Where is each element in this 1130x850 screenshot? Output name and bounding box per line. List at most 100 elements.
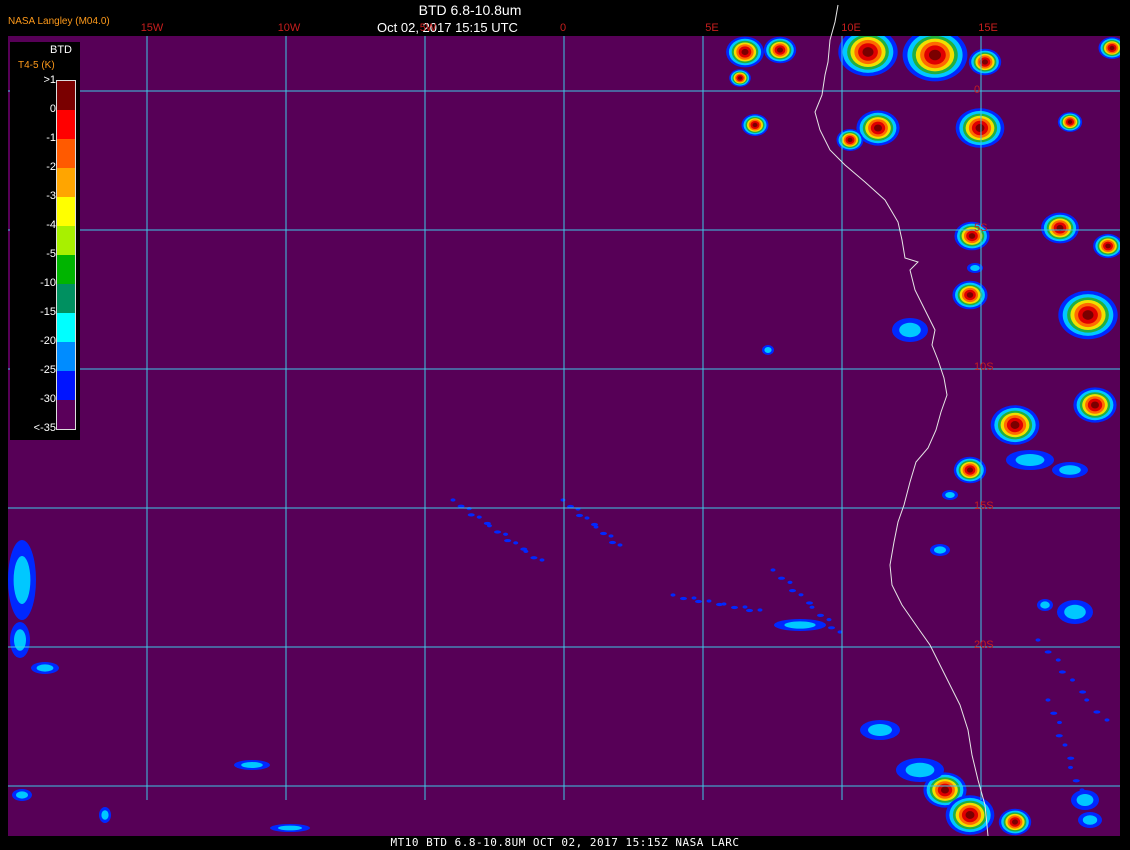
cloud-cell — [101, 810, 109, 820]
cloud-cell — [1091, 401, 1099, 409]
legend-swatch — [57, 226, 75, 255]
lat-label-20s: 20S — [974, 639, 994, 651]
cloud-cell — [965, 811, 975, 819]
cloud-cell — [450, 498, 456, 502]
cloud-cell — [945, 492, 955, 498]
cloud-cell — [1076, 794, 1094, 806]
cloud-cell — [929, 49, 941, 61]
lat-label-10s: 10S — [974, 361, 994, 373]
legend-swatch — [57, 342, 75, 371]
cloud-cell — [975, 124, 985, 132]
cloud-cell — [1079, 788, 1085, 792]
lon-label-5e: 5E — [705, 22, 719, 34]
cloud-cell — [457, 504, 465, 508]
cloud-cell — [1040, 601, 1050, 609]
cloud-cell — [695, 599, 702, 604]
cloud-cell — [784, 621, 816, 629]
cloud-cell — [899, 322, 921, 338]
cloud-cell — [691, 596, 697, 600]
lat-label-5s: 5S — [974, 222, 988, 234]
lon-label-10e: 10E — [841, 22, 861, 34]
cloud-cell — [905, 762, 935, 778]
legend-swatch — [57, 313, 75, 342]
cloud-cell — [828, 626, 835, 630]
cloud-cell — [278, 825, 302, 831]
legend-units: T4-5 (K) — [18, 60, 55, 71]
cloud-cell — [778, 576, 785, 580]
legend-tick: -3 — [46, 190, 56, 202]
cloud-cell — [777, 47, 783, 53]
legend-tick: -10 — [40, 277, 56, 289]
cloud-cell — [241, 762, 263, 768]
legend-tick: -1 — [46, 132, 56, 144]
legend-swatch — [57, 110, 75, 139]
cloud-cell — [504, 538, 512, 543]
cloud-cell — [967, 467, 973, 473]
cloud-cell — [1070, 678, 1075, 682]
cloud-cell — [530, 556, 538, 560]
cloud-cell — [14, 629, 26, 651]
legend-tick: 0 — [49, 103, 56, 115]
legend-tick: -15 — [40, 306, 56, 318]
cloud-cell — [806, 601, 813, 605]
cloud-cell — [1093, 710, 1101, 714]
cloud-cell — [731, 605, 738, 610]
cloud-cell — [798, 593, 804, 597]
lon-label-15w: 15W — [140, 22, 164, 34]
cloud-cell — [868, 724, 892, 736]
cloud-cell — [809, 605, 815, 609]
timestamp: Oct 02, 2017 15:15 UTC — [377, 20, 518, 35]
cloud-cell — [706, 599, 712, 603]
cloud-cell — [1062, 743, 1068, 747]
cloud-cell — [862, 47, 874, 57]
cloud-cell — [1068, 765, 1073, 770]
cloud-cell — [934, 546, 946, 554]
cloud-cell — [1035, 638, 1041, 642]
legend-tick: >1 — [43, 74, 56, 86]
cloud-cell — [764, 347, 772, 353]
cloud-cell — [600, 531, 607, 536]
lon-label-10w: 10W — [277, 22, 301, 34]
legend-tick: -5 — [46, 248, 56, 260]
legend-tick: <-35 — [33, 422, 56, 434]
cloud-cell — [1012, 819, 1018, 825]
legend-tick: -4 — [46, 219, 56, 231]
cloud-cell — [741, 48, 749, 56]
cloud-cell — [826, 618, 832, 622]
cloud-cell — [1055, 658, 1061, 662]
cloud-cell — [752, 122, 758, 128]
cloud-cell — [476, 515, 482, 519]
legend-swatch — [57, 400, 75, 429]
footer-caption: MT10 BTD 6.8-10.8UM OCT 02, 2017 15:15Z … — [390, 836, 740, 849]
cloud-cell — [608, 534, 614, 538]
legend-swatch — [57, 168, 75, 197]
cloud-cell — [1105, 243, 1111, 249]
cloud-cell — [1058, 670, 1066, 674]
cloud-cell — [1057, 720, 1062, 725]
cloud-cell — [1109, 45, 1115, 51]
cloud-cell — [966, 292, 974, 298]
cloud-cell — [680, 596, 687, 601]
cloud-cell — [746, 608, 753, 613]
lon-label-0: 0 — [559, 22, 567, 34]
cloud-cell — [617, 543, 623, 547]
cloud-cell — [817, 613, 824, 618]
cloud-cell — [787, 580, 793, 585]
legend-tick: -25 — [40, 364, 56, 376]
cloud-cell — [593, 525, 599, 529]
cloud-cell — [738, 76, 742, 80]
cloud-cell — [609, 540, 616, 545]
cloud-cell — [1067, 120, 1073, 124]
cloud-cell — [494, 530, 501, 534]
cloud-cell — [560, 498, 566, 502]
cloud-cell — [503, 532, 509, 536]
legend-swatch — [57, 81, 75, 110]
legend-swatch — [57, 284, 75, 313]
cloud-cell — [742, 605, 748, 609]
legend-color-bar — [56, 80, 76, 430]
cloud-cell — [1059, 465, 1081, 475]
lon-label-15e: 15E — [978, 22, 998, 34]
cloud-cell — [467, 513, 475, 517]
cloud-cell — [466, 506, 472, 511]
cloud-cell — [970, 265, 980, 271]
